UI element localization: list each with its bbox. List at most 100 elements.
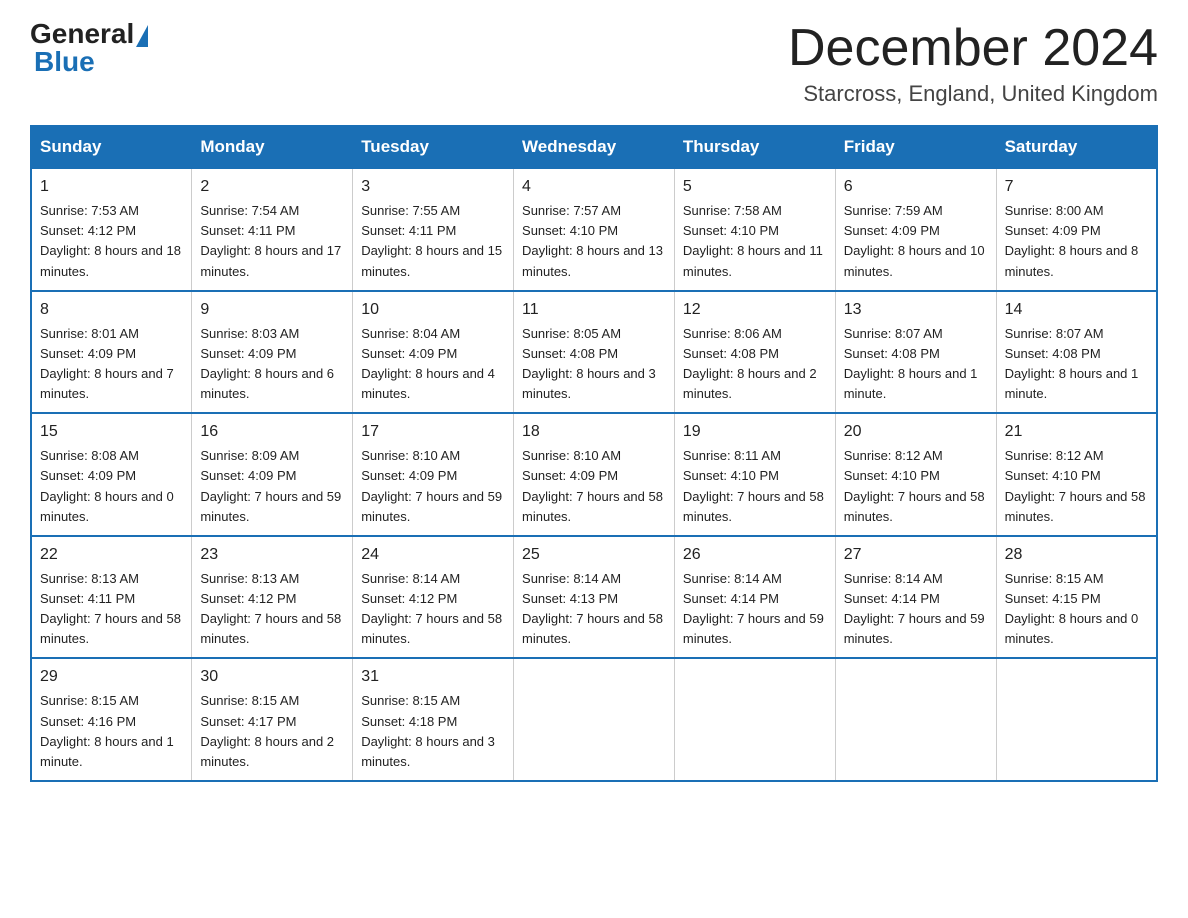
day-info: Sunrise: 8:12 AMSunset: 4:10 PMDaylight:… <box>844 448 985 523</box>
calendar-week-row: 15 Sunrise: 8:08 AMSunset: 4:09 PMDaylig… <box>31 413 1157 536</box>
day-info: Sunrise: 8:15 AMSunset: 4:15 PMDaylight:… <box>1005 571 1139 646</box>
day-info: Sunrise: 8:13 AMSunset: 4:12 PMDaylight:… <box>200 571 341 646</box>
weekday-header-wednesday: Wednesday <box>514 126 675 168</box>
calendar-week-row: 29 Sunrise: 8:15 AMSunset: 4:16 PMDaylig… <box>31 658 1157 781</box>
day-info: Sunrise: 8:03 AMSunset: 4:09 PMDaylight:… <box>200 326 334 401</box>
day-number: 5 <box>683 175 827 199</box>
calendar-cell: 14 Sunrise: 8:07 AMSunset: 4:08 PMDaylig… <box>996 291 1157 414</box>
location-text: Starcross, England, United Kingdom <box>788 81 1158 107</box>
day-number: 7 <box>1005 175 1148 199</box>
calendar-cell: 4 Sunrise: 7:57 AMSunset: 4:10 PMDayligh… <box>514 168 675 291</box>
day-info: Sunrise: 8:08 AMSunset: 4:09 PMDaylight:… <box>40 448 174 523</box>
calendar-cell: 24 Sunrise: 8:14 AMSunset: 4:12 PMDaylig… <box>353 536 514 659</box>
day-number: 13 <box>844 298 988 322</box>
calendar-cell <box>996 658 1157 781</box>
calendar-cell: 27 Sunrise: 8:14 AMSunset: 4:14 PMDaylig… <box>835 536 996 659</box>
weekday-header-tuesday: Tuesday <box>353 126 514 168</box>
day-number: 11 <box>522 298 666 322</box>
calendar-cell: 26 Sunrise: 8:14 AMSunset: 4:14 PMDaylig… <box>674 536 835 659</box>
day-number: 9 <box>200 298 344 322</box>
day-number: 4 <box>522 175 666 199</box>
calendar-week-row: 22 Sunrise: 8:13 AMSunset: 4:11 PMDaylig… <box>31 536 1157 659</box>
day-info: Sunrise: 8:01 AMSunset: 4:09 PMDaylight:… <box>40 326 174 401</box>
day-info: Sunrise: 8:15 AMSunset: 4:16 PMDaylight:… <box>40 693 174 768</box>
weekday-header-friday: Friday <box>835 126 996 168</box>
day-info: Sunrise: 8:10 AMSunset: 4:09 PMDaylight:… <box>522 448 663 523</box>
day-info: Sunrise: 8:15 AMSunset: 4:18 PMDaylight:… <box>361 693 495 768</box>
day-info: Sunrise: 8:14 AMSunset: 4:14 PMDaylight:… <box>844 571 985 646</box>
day-info: Sunrise: 8:10 AMSunset: 4:09 PMDaylight:… <box>361 448 502 523</box>
day-info: Sunrise: 8:12 AMSunset: 4:10 PMDaylight:… <box>1005 448 1146 523</box>
day-info: Sunrise: 8:04 AMSunset: 4:09 PMDaylight:… <box>361 326 495 401</box>
calendar-cell: 17 Sunrise: 8:10 AMSunset: 4:09 PMDaylig… <box>353 413 514 536</box>
weekday-header-monday: Monday <box>192 126 353 168</box>
calendar-cell <box>674 658 835 781</box>
day-number: 26 <box>683 543 827 567</box>
calendar-cell: 18 Sunrise: 8:10 AMSunset: 4:09 PMDaylig… <box>514 413 675 536</box>
month-title: December 2024 <box>788 20 1158 77</box>
day-number: 31 <box>361 665 505 689</box>
day-number: 22 <box>40 543 183 567</box>
day-number: 21 <box>1005 420 1148 444</box>
day-number: 14 <box>1005 298 1148 322</box>
day-info: Sunrise: 8:11 AMSunset: 4:10 PMDaylight:… <box>683 448 824 523</box>
calendar-cell: 28 Sunrise: 8:15 AMSunset: 4:15 PMDaylig… <box>996 536 1157 659</box>
day-info: Sunrise: 8:14 AMSunset: 4:13 PMDaylight:… <box>522 571 663 646</box>
day-number: 8 <box>40 298 183 322</box>
day-info: Sunrise: 7:55 AMSunset: 4:11 PMDaylight:… <box>361 203 502 278</box>
calendar-table: SundayMondayTuesdayWednesdayThursdayFrid… <box>30 125 1158 782</box>
day-number: 17 <box>361 420 505 444</box>
day-info: Sunrise: 8:13 AMSunset: 4:11 PMDaylight:… <box>40 571 181 646</box>
calendar-week-row: 1 Sunrise: 7:53 AMSunset: 4:12 PMDayligh… <box>31 168 1157 291</box>
calendar-cell: 25 Sunrise: 8:14 AMSunset: 4:13 PMDaylig… <box>514 536 675 659</box>
day-info: Sunrise: 7:57 AMSunset: 4:10 PMDaylight:… <box>522 203 663 278</box>
calendar-cell: 8 Sunrise: 8:01 AMSunset: 4:09 PMDayligh… <box>31 291 192 414</box>
calendar-cell <box>835 658 996 781</box>
day-number: 25 <box>522 543 666 567</box>
weekday-header-row: SundayMondayTuesdayWednesdayThursdayFrid… <box>31 126 1157 168</box>
day-info: Sunrise: 7:53 AMSunset: 4:12 PMDaylight:… <box>40 203 181 278</box>
day-number: 30 <box>200 665 344 689</box>
day-number: 19 <box>683 420 827 444</box>
weekday-header-thursday: Thursday <box>674 126 835 168</box>
calendar-cell: 31 Sunrise: 8:15 AMSunset: 4:18 PMDaylig… <box>353 658 514 781</box>
logo: General Blue <box>30 20 148 78</box>
calendar-cell: 30 Sunrise: 8:15 AMSunset: 4:17 PMDaylig… <box>192 658 353 781</box>
day-info: Sunrise: 7:54 AMSunset: 4:11 PMDaylight:… <box>200 203 341 278</box>
day-info: Sunrise: 8:15 AMSunset: 4:17 PMDaylight:… <box>200 693 334 768</box>
day-number: 23 <box>200 543 344 567</box>
weekday-header-saturday: Saturday <box>996 126 1157 168</box>
day-number: 10 <box>361 298 505 322</box>
day-number: 3 <box>361 175 505 199</box>
calendar-cell: 13 Sunrise: 8:07 AMSunset: 4:08 PMDaylig… <box>835 291 996 414</box>
calendar-cell: 12 Sunrise: 8:06 AMSunset: 4:08 PMDaylig… <box>674 291 835 414</box>
day-number: 1 <box>40 175 183 199</box>
logo-triangle-icon <box>136 25 148 47</box>
page-header: General Blue December 2024 Starcross, En… <box>30 20 1158 107</box>
calendar-cell <box>514 658 675 781</box>
logo-blue-text: Blue <box>34 46 95 78</box>
day-number: 20 <box>844 420 988 444</box>
calendar-cell: 2 Sunrise: 7:54 AMSunset: 4:11 PMDayligh… <box>192 168 353 291</box>
day-info: Sunrise: 7:59 AMSunset: 4:09 PMDaylight:… <box>844 203 985 278</box>
calendar-cell: 20 Sunrise: 8:12 AMSunset: 4:10 PMDaylig… <box>835 413 996 536</box>
day-info: Sunrise: 8:06 AMSunset: 4:08 PMDaylight:… <box>683 326 817 401</box>
calendar-cell: 21 Sunrise: 8:12 AMSunset: 4:10 PMDaylig… <box>996 413 1157 536</box>
day-info: Sunrise: 8:07 AMSunset: 4:08 PMDaylight:… <box>1005 326 1139 401</box>
calendar-cell: 11 Sunrise: 8:05 AMSunset: 4:08 PMDaylig… <box>514 291 675 414</box>
calendar-cell: 6 Sunrise: 7:59 AMSunset: 4:09 PMDayligh… <box>835 168 996 291</box>
day-info: Sunrise: 8:14 AMSunset: 4:14 PMDaylight:… <box>683 571 824 646</box>
day-number: 27 <box>844 543 988 567</box>
calendar-cell: 10 Sunrise: 8:04 AMSunset: 4:09 PMDaylig… <box>353 291 514 414</box>
calendar-cell: 5 Sunrise: 7:58 AMSunset: 4:10 PMDayligh… <box>674 168 835 291</box>
calendar-week-row: 8 Sunrise: 8:01 AMSunset: 4:09 PMDayligh… <box>31 291 1157 414</box>
calendar-cell: 29 Sunrise: 8:15 AMSunset: 4:16 PMDaylig… <box>31 658 192 781</box>
day-number: 2 <box>200 175 344 199</box>
calendar-cell: 23 Sunrise: 8:13 AMSunset: 4:12 PMDaylig… <box>192 536 353 659</box>
day-number: 29 <box>40 665 183 689</box>
calendar-cell: 9 Sunrise: 8:03 AMSunset: 4:09 PMDayligh… <box>192 291 353 414</box>
day-info: Sunrise: 8:09 AMSunset: 4:09 PMDaylight:… <box>200 448 341 523</box>
day-info: Sunrise: 7:58 AMSunset: 4:10 PMDaylight:… <box>683 203 823 278</box>
day-info: Sunrise: 8:07 AMSunset: 4:08 PMDaylight:… <box>844 326 978 401</box>
day-number: 16 <box>200 420 344 444</box>
